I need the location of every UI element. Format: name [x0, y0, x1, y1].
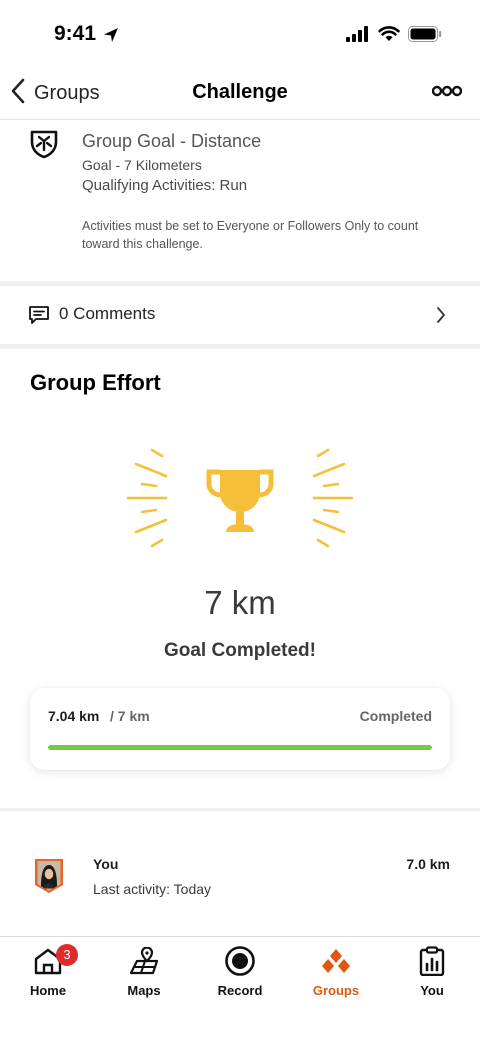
- group-goal-icon: [28, 127, 60, 164]
- tab-record[interactable]: Record: [192, 937, 288, 1003]
- comment-icon: [28, 305, 50, 330]
- member-row[interactable]: You Last activity: Today 7.0 km: [0, 840, 480, 910]
- signal-icon: [346, 26, 370, 47]
- chevron-left-icon: [10, 78, 26, 109]
- member-name: You: [93, 856, 119, 872]
- tab-label: You: [420, 983, 444, 998]
- chevron-right-icon: [436, 306, 446, 329]
- group-effort-heading: Group Effort: [30, 370, 161, 395]
- trophy-icon: [120, 442, 360, 557]
- tab-label: Home: [29, 983, 67, 998]
- tab-label: Groups: [312, 983, 360, 998]
- battery-icon: [408, 26, 442, 47]
- progress-bar-fill: [48, 745, 432, 750]
- goal-title: Group Goal - Distance: [82, 131, 262, 151]
- nav-bar: Groups Challenge: [0, 68, 480, 120]
- back-button[interactable]: Groups: [10, 78, 100, 108]
- qualifying-activities: Qualifying Activities: Run: [82, 177, 248, 194]
- divider: [0, 344, 480, 349]
- visibility-note: Activities must be set to Everyone or Fo…: [82, 219, 419, 251]
- more-dots-icon: [431, 85, 463, 102]
- location-arrow-icon: [102, 26, 120, 49]
- member-distance: 7.0 km: [406, 856, 450, 872]
- groups-icon: [288, 945, 384, 977]
- avatar: [32, 858, 66, 894]
- goal-status-message: Goal Completed!: [163, 640, 316, 661]
- status-time: 9:41: [54, 22, 97, 45]
- member-last-activity: Last activity: Today: [93, 881, 212, 897]
- goal-info-section: Group Goal - Distance Goal - 7 Kilometer…: [0, 121, 480, 281]
- more-button[interactable]: [431, 84, 463, 103]
- back-label: Groups: [34, 81, 100, 104]
- tab-bar: 3 Home Maps Record Groups You: [0, 936, 480, 1040]
- wifi-icon: [378, 26, 400, 47]
- record-icon: [192, 945, 288, 977]
- tab-home[interactable]: 3 Home: [0, 937, 96, 1003]
- tab-label: Maps: [127, 983, 161, 998]
- home-icon: [0, 945, 96, 977]
- total-distance: 7 km: [204, 584, 276, 621]
- status-bar: 9:41: [0, 0, 480, 68]
- tab-groups[interactable]: Groups: [288, 937, 384, 1003]
- notification-badge: 3: [56, 944, 78, 966]
- tab-you[interactable]: You: [384, 937, 480, 1003]
- clipboard-chart-icon: [384, 945, 480, 977]
- progress-goal: / 7 km: [110, 708, 150, 724]
- divider: [0, 808, 480, 811]
- progress-current: 7.04 km: [48, 708, 100, 724]
- comments-label: 0 Comments: [59, 304, 156, 323]
- tab-maps[interactable]: Maps: [96, 937, 192, 1003]
- progress-card: 7.04 km / 7 km Completed: [30, 688, 450, 770]
- status-indicators: [346, 26, 442, 47]
- map-icon: [96, 945, 192, 977]
- comments-row[interactable]: 0 Comments: [0, 286, 480, 344]
- tab-label: Record: [217, 983, 263, 998]
- progress-bar: [48, 745, 432, 750]
- progress-status: Completed: [359, 708, 432, 724]
- goal-target: Goal - 7 Kilometers: [82, 157, 202, 173]
